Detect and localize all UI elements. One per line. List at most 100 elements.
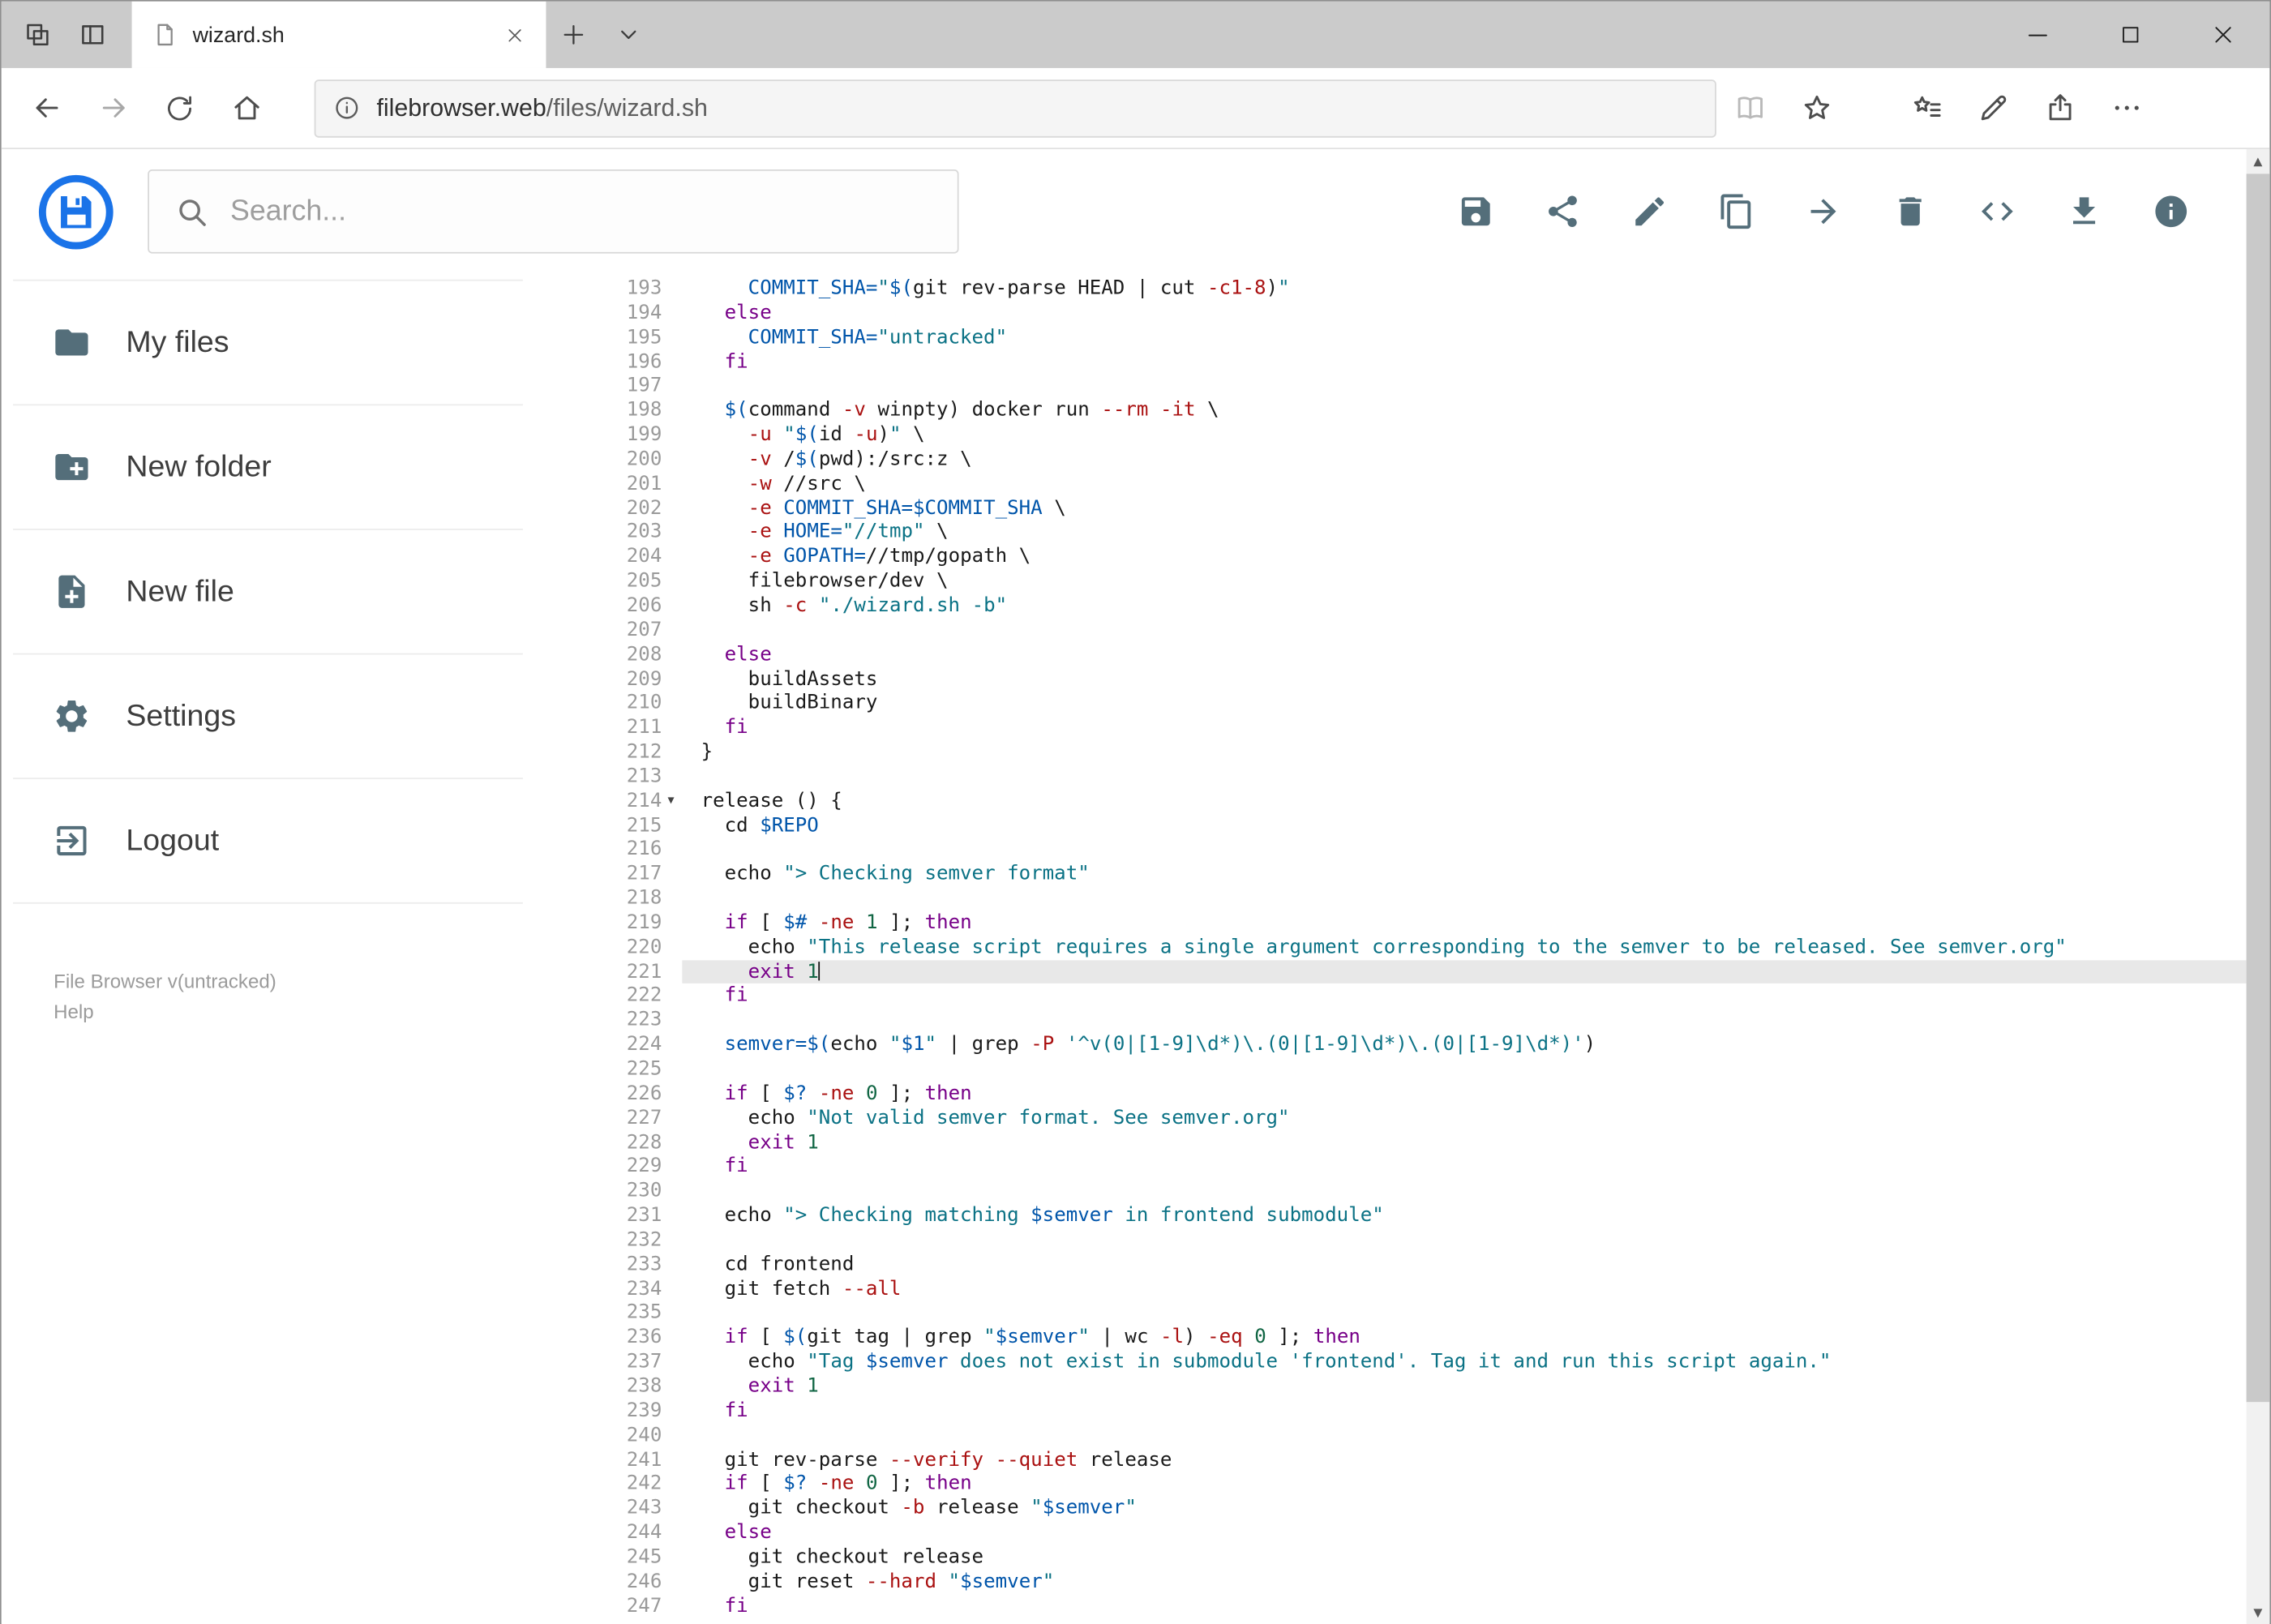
toolbar-save-button[interactable]	[1457, 193, 1494, 230]
star-icon	[1803, 95, 1829, 119]
tab-list-button[interactable]	[601, 2, 656, 68]
search-input[interactable]	[230, 195, 932, 229]
code-line-text: fi	[724, 983, 748, 1008]
code-line-text	[682, 1423, 2246, 1447]
new-tab-button[interactable]	[546, 2, 601, 68]
forward-arrow-icon	[101, 98, 124, 118]
line-number: 218	[626, 886, 662, 910]
line-number: 220	[626, 935, 662, 959]
refresh-button[interactable]	[146, 75, 212, 141]
web-note-button[interactable]	[1960, 75, 2026, 141]
tab-bar: wizard.sh	[1, 1, 2270, 68]
sidebar-item-new-folder[interactable]: New folder	[13, 405, 523, 530]
code-line: 239 fi	[610, 1399, 2247, 1423]
download-icon	[2065, 193, 2102, 230]
line-number: 215	[626, 813, 662, 837]
line-number: 209	[626, 666, 662, 691]
code-line: 202 -e COMMIT_SHA=$COMMIT_SHA \	[610, 496, 2247, 521]
url-path: /files/wizard.sh	[546, 93, 708, 122]
code-line: 197	[610, 375, 2247, 399]
home-button[interactable]	[213, 75, 280, 141]
toolbar-move-button[interactable]	[1805, 193, 1842, 230]
code-icon	[1978, 193, 2016, 230]
close-window-button[interactable]	[2177, 2, 2269, 68]
window-controls	[1991, 2, 2269, 68]
toolbar-share-button[interactable]	[1544, 193, 1581, 230]
code-line-text: -v /$(pwd):/src:z \	[748, 447, 972, 471]
code-line: 246 git reset --hard "$semver"	[610, 1570, 2247, 1594]
folder-icon	[52, 323, 91, 362]
new-file-icon	[52, 572, 91, 611]
code-line-text	[682, 1179, 2246, 1203]
line-number: 243	[626, 1496, 662, 1520]
code-line-text: git fetch --all	[701, 1276, 902, 1300]
line-number: 211	[626, 715, 662, 739]
code-editor[interactable]: 193 COMMIT_SHA="$(git rev-parse HEAD | c…	[610, 274, 2247, 1624]
line-number: 241	[626, 1447, 662, 1472]
code-line-text: exit 1	[748, 1374, 819, 1398]
add-favorite-button[interactable]	[1783, 75, 1849, 141]
line-number: 210	[626, 691, 662, 715]
reading-view-button[interactable]	[1716, 75, 1783, 141]
scroll-down-icon[interactable]: ▼	[2247, 1600, 2270, 1624]
scrollbar-thumb[interactable]	[2246, 174, 2270, 1403]
code-line-text: fi	[724, 349, 748, 374]
help-link[interactable]: Help	[54, 998, 610, 1028]
code-line: 198 $(command -v winpty) docker run --rm…	[610, 399, 2247, 423]
set-tabs-aside-button[interactable]	[11, 2, 66, 68]
line-number: 196	[626, 349, 662, 374]
scroll-up-icon[interactable]: ▲	[2247, 149, 2270, 174]
maximize-icon	[2123, 27, 2139, 43]
tab-preview-button[interactable]	[65, 2, 120, 68]
sidebar-item-new-file[interactable]: New file	[13, 530, 523, 655]
fold-marker-icon[interactable]: ▾	[668, 789, 675, 813]
tab-close-button[interactable]	[494, 15, 534, 55]
filebrowser-logo-icon	[37, 173, 114, 250]
code-line: 218	[610, 886, 2247, 911]
plus-icon	[563, 25, 584, 45]
toolbar-delete-button[interactable]	[1892, 193, 1929, 230]
more-options-button[interactable]	[2093, 75, 2159, 141]
code-line: 212}	[610, 740, 2247, 765]
browser-tab[interactable]: wizard.sh	[131, 1, 546, 68]
code-line: 204 -e GOPATH=//tmp/gopath \	[610, 545, 2247, 569]
hub-button[interactable]	[1893, 75, 1960, 141]
code-line-text	[682, 375, 2246, 399]
code-line: 234 git fetch --all	[610, 1277, 2247, 1301]
sidebar-item-my-files[interactable]: My files	[13, 281, 523, 406]
address-bar[interactable]: filebrowser.web/files/wizard.sh	[314, 79, 1716, 137]
line-number: 236	[626, 1326, 662, 1349]
line-number: 231	[626, 1203, 662, 1228]
maximize-button[interactable]	[2085, 2, 2177, 68]
line-number: 235	[626, 1300, 662, 1325]
code-line: 241 git rev-parse --verify --quiet relea…	[610, 1447, 2247, 1472]
back-button[interactable]	[13, 75, 79, 141]
line-number: 193	[626, 276, 662, 300]
code-line-text	[682, 1301, 2246, 1326]
code-line: 235	[610, 1301, 2247, 1326]
minimize-button[interactable]	[1991, 2, 2084, 68]
code-line-text	[682, 838, 2246, 862]
code-line-text	[682, 618, 2246, 642]
ellipsis-icon	[2114, 105, 2138, 110]
forward-button[interactable]	[79, 75, 146, 141]
code-line: 216	[610, 838, 2247, 862]
toolbar-copy-button[interactable]	[1718, 193, 1755, 230]
code-line: 217 echo "> Checking semver format"	[610, 862, 2247, 886]
toolbar-edit-button[interactable]	[1630, 193, 1668, 230]
sidebar-item-settings[interactable]: Settings	[13, 654, 523, 780]
share-page-button[interactable]	[2026, 75, 2093, 141]
code-line: 208 else	[610, 643, 2247, 667]
toolbar-code-button[interactable]	[1978, 193, 2016, 230]
line-number: 222	[626, 983, 662, 1008]
chevron-down-icon	[621, 30, 636, 40]
toolbar-info-button[interactable]	[2153, 193, 2190, 230]
page-scrollbar[interactable]: ▲ ▼	[2246, 148, 2270, 1624]
code-line-text: echo "> Checking matching $semver in fro…	[701, 1203, 1384, 1228]
search-box[interactable]	[148, 169, 959, 254]
code-line: 194 else	[610, 301, 2247, 325]
sidebar-item-label: Logout	[126, 823, 220, 857]
sidebar-item-logout[interactable]: Logout	[13, 779, 523, 904]
site-info-icon[interactable]	[333, 94, 361, 122]
toolbar-download-button[interactable]	[2065, 193, 2102, 230]
